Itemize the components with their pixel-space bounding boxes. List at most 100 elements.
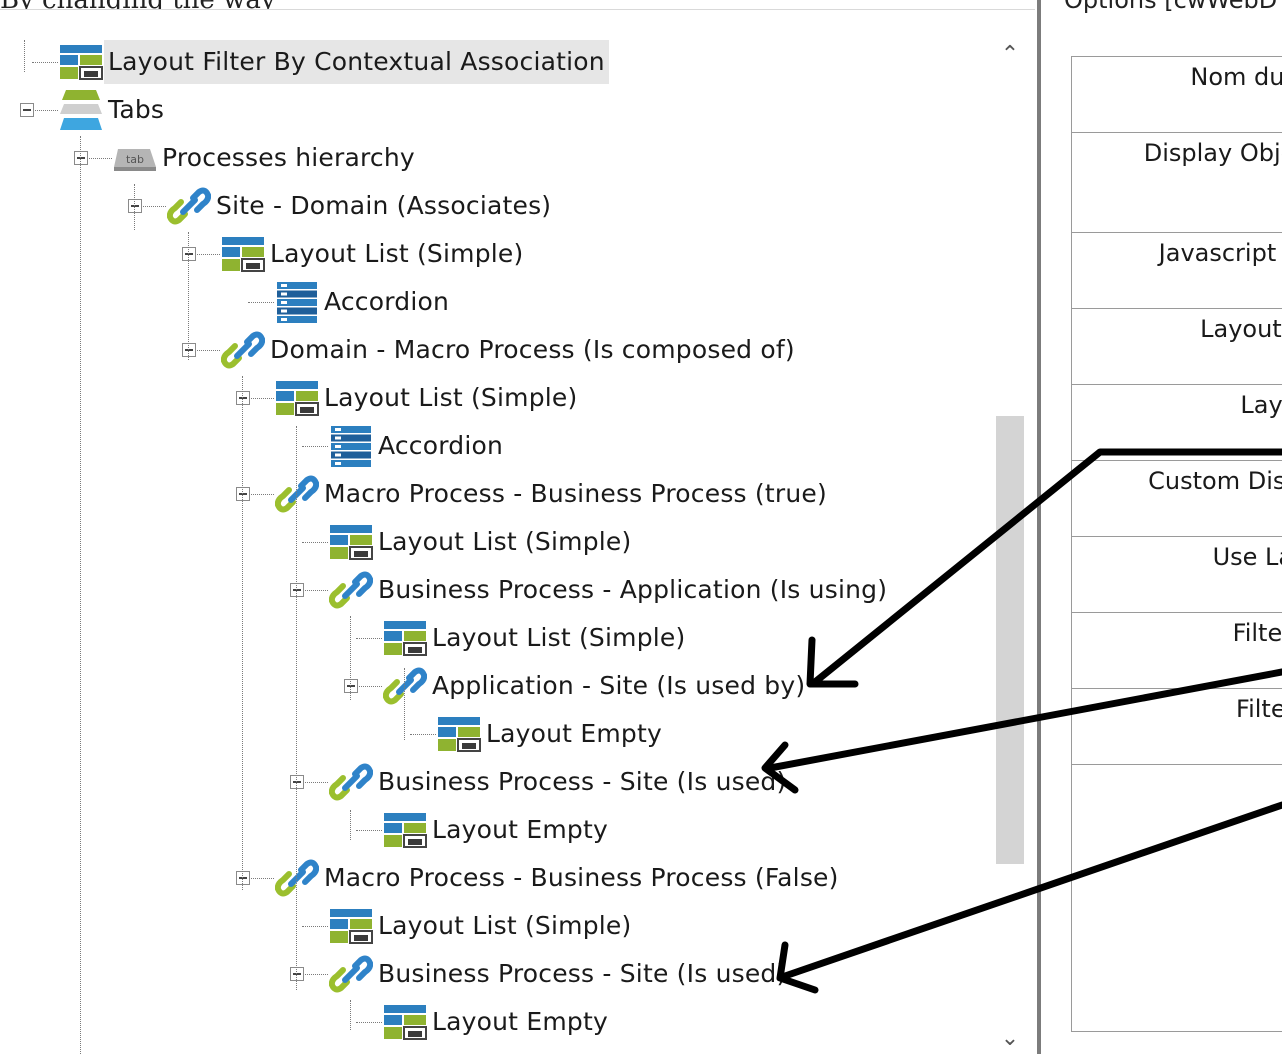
tree-node[interactable]: Accordion	[274, 280, 453, 324]
svg-text:tab: tab	[126, 153, 144, 166]
property-label: Nom du no	[1190, 63, 1282, 91]
link-icon	[220, 328, 266, 372]
tree-node[interactable]: Layout Empty	[382, 808, 612, 852]
tree-node-label: Site - Domain (Associates)	[216, 191, 552, 220]
scroll-up-icon[interactable]: ⌃	[994, 40, 1026, 70]
tree-node[interactable]: Layout List (Simple)	[328, 520, 635, 564]
tree-node-label: Layout List (Simple)	[378, 527, 632, 556]
collapse-toggle-icon[interactable]	[128, 199, 142, 213]
tree-node-label: Layout List (Simple)	[378, 911, 632, 940]
tree-node[interactable]: Layout Filter By Contextual Association	[58, 40, 609, 84]
tree-node[interactable]: Accordion	[328, 424, 507, 468]
property-row[interactable]: Filter In	[1072, 613, 1282, 689]
property-row[interactable]: Filter O	[1072, 689, 1282, 765]
tree-connector	[356, 686, 382, 687]
tree-connector	[86, 158, 112, 159]
tree-connector	[356, 638, 382, 639]
tree-node-label: Layout List (Simple)	[324, 383, 578, 412]
collapse-toggle-icon[interactable]	[236, 487, 250, 501]
accordion-icon	[274, 280, 320, 324]
tree-node-label: Tabs	[108, 95, 165, 124]
tree-node-label: Layout List (Simple)	[270, 239, 524, 268]
tree-node[interactable]: Layout List (Simple)	[382, 616, 689, 660]
tree-node-label: Layout Empty	[432, 815, 608, 844]
tree-connector	[302, 590, 328, 591]
property-label: Custom Displa	[1148, 467, 1282, 495]
link-icon	[328, 568, 374, 612]
tree-node-label: Layout Filter By Contextual Association	[104, 40, 609, 84]
tree-connector	[356, 1022, 382, 1023]
tree-connector	[302, 446, 328, 447]
tree-guide-line	[24, 40, 25, 72]
collapse-toggle-icon[interactable]	[236, 871, 250, 885]
tree-guide-line	[242, 376, 243, 890]
property-row[interactable]: Layout	[1072, 385, 1282, 461]
tree-node[interactable]: Macro Process - Business Process (true)	[274, 472, 831, 516]
tree-node[interactable]: Site - Domain (Associates)	[166, 184, 555, 228]
panel-splitter[interactable]	[1037, 0, 1041, 1054]
tree-connector	[302, 926, 328, 927]
tree-connector	[302, 782, 328, 783]
scroll-down-icon[interactable]: ⌄	[994, 1024, 1026, 1054]
tree-guide-line	[404, 668, 405, 740]
property-label: Use Layo	[1212, 543, 1282, 571]
tree-node[interactable]: tab Processes hierarchy	[112, 136, 419, 180]
layout-icon	[220, 232, 266, 276]
tree-scrollbar[interactable]: ⌃ ⌄	[994, 40, 1026, 1054]
collapse-toggle-icon[interactable]	[290, 967, 304, 981]
property-row[interactable]: Javascript Cla	[1072, 233, 1282, 309]
collapse-toggle-icon[interactable]	[344, 679, 358, 693]
link-icon	[166, 184, 212, 228]
layout-icon	[436, 712, 482, 756]
tree-node[interactable]: Domain - Macro Process (Is composed of)	[220, 328, 799, 372]
property-row[interactable]: Display Object	[1072, 133, 1282, 233]
tree-connector	[140, 206, 166, 207]
tree-guide-line	[350, 1000, 351, 1030]
property-row[interactable]: Nom du no	[1072, 57, 1282, 133]
layout-icon	[58, 40, 104, 84]
tree-node[interactable]: Application - Site (Is used by)	[382, 664, 809, 708]
tree-node[interactable]: Layout Empty	[382, 1000, 612, 1044]
tree-guide-line	[350, 616, 351, 700]
link-icon	[328, 760, 374, 804]
collapse-toggle-icon[interactable]	[290, 775, 304, 789]
collapse-toggle-icon[interactable]	[74, 151, 88, 165]
property-row[interactable]: Custom Displa	[1072, 461, 1282, 537]
tree-node[interactable]: Tabs	[58, 88, 168, 132]
tree-node-label: Macro Process - Business Process (true)	[324, 479, 827, 508]
tree-node[interactable]: Business Process - Site (Is used)	[328, 952, 790, 996]
link-icon	[274, 472, 320, 516]
tree-node[interactable]: Business Process - Application (Is using…	[328, 568, 891, 612]
property-row[interactable]: Use Layo	[1072, 537, 1282, 613]
tree-view[interactable]: Layout Filter By Contextual Association T…	[0, 0, 996, 1054]
tree-node-label: Layout Empty	[486, 719, 662, 748]
tree-connector	[248, 302, 274, 303]
tree-connector	[248, 878, 274, 879]
tree-node[interactable]: Layout Empty	[436, 712, 666, 756]
layout-icon	[328, 904, 374, 948]
collapse-toggle-icon[interactable]	[20, 103, 34, 117]
options-panel: Options [cwWebD Nom du no Display Object J…	[1044, 0, 1282, 1054]
property-label: Filter In	[1232, 619, 1282, 647]
tree-guide-line	[80, 136, 81, 1054]
layout-icon	[382, 616, 428, 660]
collapse-toggle-icon[interactable]	[236, 391, 250, 405]
tree-node[interactable]: Layout List (Simple)	[220, 232, 527, 276]
scroll-thumb[interactable]	[996, 416, 1024, 864]
tree-node-label: Macro Process - Business Process (False)	[324, 863, 839, 892]
collapse-toggle-icon[interactable]	[290, 583, 304, 597]
tree-node[interactable]: Layout List (Simple)	[274, 376, 581, 420]
collapse-toggle-icon[interactable]	[182, 247, 196, 261]
tree-node[interactable]: Macro Process - Business Process (False)	[274, 856, 843, 900]
tree-guide-line	[188, 232, 189, 360]
collapse-toggle-icon[interactable]	[182, 343, 196, 357]
tree-connector	[302, 974, 328, 975]
tree-connector	[410, 734, 436, 735]
property-row[interactable]: Layout Na	[1072, 309, 1282, 385]
tree-node[interactable]: Layout List (Simple)	[328, 904, 635, 948]
tree-connector	[248, 494, 274, 495]
tree-node[interactable]: Business Process - Site (Is used)	[328, 760, 790, 804]
property-label: Layout	[1240, 391, 1282, 419]
options-title: Options [cwWebD	[1064, 0, 1278, 14]
property-label: Javascript Cla	[1158, 239, 1282, 267]
